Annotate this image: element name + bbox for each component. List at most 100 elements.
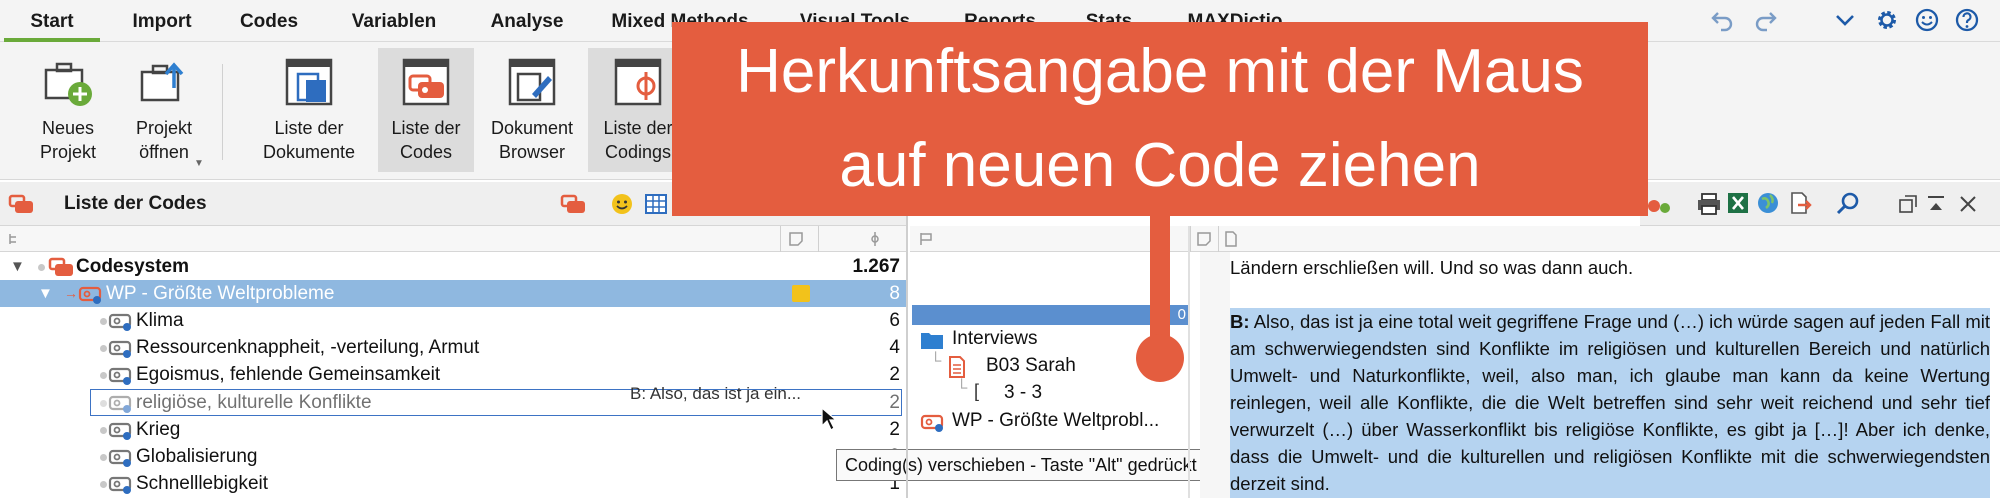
speaker-label: B: [1230,311,1250,332]
code-count: 2 [889,364,900,385]
code-list-button[interactable]: Liste der Codes [378,48,474,172]
tab-start[interactable]: Start [4,0,100,42]
smiley-icon[interactable] [1914,7,1940,33]
document-toolbar [1640,182,2000,226]
document-list-button[interactable]: Liste der Dokumente [254,48,364,172]
code-list-label-2: Codes [399,142,453,162]
document-line-before: Ländern erschließen will. Und so was dan… [1230,257,1634,278]
bullet-icon [38,264,45,271]
code-count: 4 [889,337,900,358]
paragraph-column-icon [1225,231,1237,247]
column-divider [780,226,781,252]
group-code-label: WP - Größte Weltprobleme [106,283,335,304]
column-divider [1190,226,1191,252]
bullet-icon [100,481,107,488]
tree-row-code[interactable]: Krieg 2 [0,416,908,443]
redo-icon[interactable] [1752,7,1778,33]
tree-row-code[interactable]: Ressourcenknappheit, -verteilung, Armut … [0,334,908,361]
export-icon[interactable] [1788,191,1812,215]
document-browser-button[interactable]: Dokument Browser [482,48,582,172]
tree-row-codesystem[interactable]: ▼ Codesystem 1.267 [0,253,908,280]
column-separator [1188,226,1190,498]
chevron-down-icon[interactable] [1832,7,1858,33]
tree-row-code[interactable]: Globalisierung 3 [0,443,908,470]
tree-connector: └ [930,353,942,370]
code-icon [108,476,132,494]
table-icon[interactable] [644,192,668,216]
code-count: 6 [889,310,900,331]
document-list-label-2: Dokumente [262,142,356,162]
code-label: Klima [136,310,184,331]
open-project-button[interactable]: Projekt öffnen ▼ [122,48,206,172]
document-browser-label-2: Browser [498,142,565,162]
help-icon[interactable] [1954,7,1980,33]
tree-connector: └ [956,380,968,397]
selected-document-text[interactable]: B: Also, das ist ja eine total weit gegr… [1230,308,1990,498]
flag-icon [920,233,932,245]
code-label: Schnelllebigkeit [136,473,269,494]
document-list-icon [285,58,333,106]
new-code-icon[interactable] [560,193,586,215]
search-icon[interactable] [1836,191,1860,215]
bullet-icon [100,454,107,461]
ribbon-separator [222,64,223,160]
open-project-label-1: Projekt [135,118,193,138]
expand-arrow-icon[interactable]: ▼ [38,280,53,307]
maximize-icon[interactable] [1926,194,1946,214]
tab-import[interactable]: Import [112,0,212,42]
code-label: Ressourcenknappheit, -verteilung, Armut [136,337,480,358]
code-list-label-1: Liste der [391,118,461,138]
group-code-count: 8 [889,283,900,304]
tab-variablen[interactable]: Variablen [334,0,454,42]
close-icon[interactable] [1958,194,1978,214]
new-project-icon [44,62,92,106]
code-label: Egoismus, fehlende Gemeinsamkeit [136,364,441,385]
globe-icon[interactable] [1756,191,1780,215]
tree-row-group[interactable]: ▼ → WP - Größte Weltprobleme 8 [0,280,908,307]
tree-row-code[interactable]: Schnelllebigkeit 1 [0,470,908,497]
smiley-icon[interactable] [610,192,634,216]
segment-label: 3 - 3 [1004,382,1043,403]
document-browser-label-1: Dokument [490,118,574,138]
selected-passage: Also, das ist ja eine total weit gegriff… [1230,311,1990,494]
code-label: Krieg [136,419,181,440]
callout-pointer-dot [1136,334,1184,382]
codesystem-count: 1.267 [852,256,900,277]
tree-row-code[interactable]: Klima 6 [0,307,908,334]
codes-panel-title: Liste der Codes [64,193,207,214]
gear-icon[interactable] [1874,7,1900,33]
bullet-icon [100,318,107,325]
bullet-icon [100,372,107,379]
memo-column-icon[interactable] [788,231,804,247]
callout-line-2: auf neuen Code ziehen [839,131,1481,200]
dropdown-caret-icon[interactable]: ▼ [194,158,204,169]
memo-icon[interactable] [792,285,810,302]
instruction-callout: Herkunftsangabe mit der Maus auf neuen C… [672,22,1648,216]
code-icon [108,313,132,331]
code-list-icon [8,194,33,213]
code-count: 2 [889,419,900,440]
print-icon[interactable] [1696,192,1722,216]
add-code-icon[interactable] [1646,192,1672,216]
code-icon [78,286,102,304]
folder-icon [921,333,943,349]
mouse-cursor-icon [821,406,838,431]
code-icon [108,340,132,358]
panel-splitter[interactable] [906,182,908,498]
undo-icon[interactable] [1710,7,1736,33]
tab-codes[interactable]: Codes [224,0,314,42]
frequency-column-icon[interactable] [868,231,882,247]
undock-icon[interactable] [1898,194,1918,214]
tab-analyse[interactable]: Analyse [474,0,580,42]
code-icon [920,414,944,432]
codesystem-icon [48,257,73,276]
expand-arrow-icon[interactable]: ▼ [10,253,25,280]
codes-column-header [0,226,908,252]
callout-line-1: Herkunftsangabe mit der Maus [736,37,1584,106]
document-list-label-1: Liste der [274,118,344,138]
tree-icon [9,234,16,244]
new-project-button[interactable]: Neues Projekt [24,48,112,172]
code-label: Globalisierung [136,446,258,467]
excel-icon[interactable] [1726,191,1750,215]
code-list-icon [402,58,450,106]
